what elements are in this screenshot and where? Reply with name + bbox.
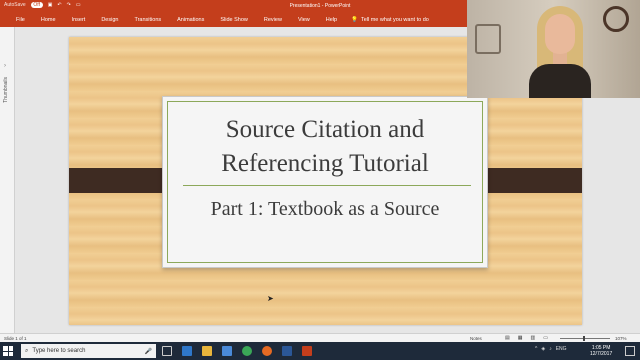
slide-decorative-band-right: [479, 168, 582, 193]
clock[interactable]: 1:05 PM 12/7/2017: [590, 345, 612, 357]
tab-view[interactable]: View: [290, 17, 318, 23]
thumbnails-panel[interactable]: › Thumbnails: [0, 27, 15, 333]
normal-view-icon[interactable]: ▤: [505, 335, 510, 341]
file-explorer-icon[interactable]: [202, 346, 212, 356]
microphone-icon: 🎤: [144, 348, 152, 355]
sorter-view-icon[interactable]: ▦: [518, 335, 523, 341]
tab-file[interactable]: File: [8, 17, 33, 23]
notification-icon[interactable]: [625, 346, 635, 356]
system-tray: ^ ◈ ♪ ENG: [535, 346, 567, 352]
tab-slide-show[interactable]: Slide Show: [212, 17, 256, 23]
zoom-slider[interactable]: [560, 338, 610, 339]
tab-home[interactable]: Home: [33, 17, 64, 23]
tab-review[interactable]: Review: [256, 17, 290, 23]
chrome-icon[interactable]: [242, 346, 252, 356]
firefox-icon[interactable]: [262, 346, 272, 356]
language-indicator[interactable]: ENG: [556, 346, 567, 352]
windows-start-icon[interactable]: [3, 346, 13, 356]
tell-me-text: Tell me what you want to do: [360, 16, 429, 23]
powerpoint-icon[interactable]: [302, 346, 312, 356]
store-icon[interactable]: [222, 346, 232, 356]
word-icon[interactable]: [282, 346, 292, 356]
volume-icon[interactable]: ♪: [549, 346, 552, 352]
tab-transitions[interactable]: Transitions: [126, 17, 169, 23]
chevron-up-icon[interactable]: ^: [535, 346, 537, 352]
slide-indicator: Slide 1 of 1: [4, 336, 27, 341]
search-icon: ⌕: [25, 347, 29, 354]
slideshow-view-icon[interactable]: ▭: [543, 335, 548, 341]
title-card[interactable]: Source Citation and Referencing Tutorial…: [162, 96, 488, 268]
tab-design[interactable]: Design: [93, 17, 126, 23]
view-buttons: ▤ ▦ ▥ ▭: [505, 335, 548, 341]
tab-help[interactable]: Help: [318, 17, 345, 23]
title-divider: [183, 185, 471, 186]
tab-insert[interactable]: Insert: [64, 17, 94, 23]
taskbar-search[interactable]: ⌕ Type here to search 🎤: [21, 344, 156, 358]
status-bar: Slide 1 of 1 Notes ▤ ▦ ▥ ▭ 107%: [0, 333, 640, 342]
search-placeholder: Type here to search: [32, 348, 86, 354]
zoom-level[interactable]: 107%: [615, 336, 627, 341]
webcam-overlay: [467, 0, 640, 98]
thumbnails-label: Thumbnails: [3, 77, 9, 103]
reading-view-icon[interactable]: ▥: [530, 335, 535, 341]
task-view-icon[interactable]: [162, 346, 172, 356]
tab-animations[interactable]: Animations: [169, 17, 212, 23]
edge-icon[interactable]: [182, 346, 192, 356]
slide-title[interactable]: Source Citation and Referencing Tutorial: [163, 113, 487, 181]
wall-frame: [475, 24, 501, 54]
mouse-cursor-icon: ➤: [267, 294, 274, 303]
lightbulb-icon: 💡: [351, 16, 358, 23]
network-icon[interactable]: ◈: [541, 346, 545, 352]
notes-button[interactable]: Notes: [470, 336, 482, 341]
taskbar: ⌕ Type here to search 🎤 ^ ◈ ♪ ENG 1:05 P…: [0, 342, 640, 360]
presenter-body: [529, 64, 591, 98]
presenter-face: [545, 14, 575, 54]
slide-decorative-band-left: [69, 168, 167, 193]
tell-me-box[interactable]: 💡 Tell me what you want to do: [345, 17, 429, 23]
expand-arrow-icon[interactable]: ›: [4, 63, 6, 69]
clock-date: 12/7/2017: [590, 351, 613, 357]
zoom-slider-knob[interactable]: [583, 336, 585, 341]
slide-subtitle[interactable]: Part 1: Textbook as a Source: [163, 195, 487, 223]
